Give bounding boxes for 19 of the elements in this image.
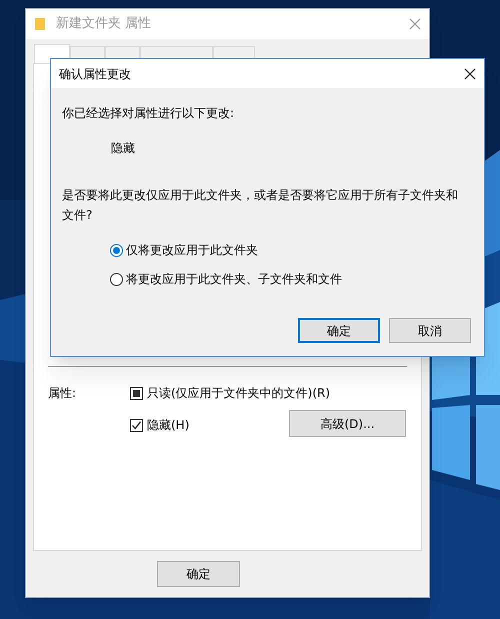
attributes-label: 属性: [48, 385, 78, 402]
close-icon[interactable] [464, 68, 476, 80]
radio-button[interactable] [110, 244, 123, 256]
advanced-button[interactable]: 高级(D)... [289, 410, 406, 437]
intro-text: 你已经选择对属性进行以下更改: [62, 105, 236, 122]
window-title: 新建文件夹 属性 [56, 15, 152, 34]
checkbox-label: 只读(仅应用于文件夹中的文件)(R) [147, 385, 330, 402]
radio-label: 仅将更改应用于此文件夹 [126, 242, 258, 259]
checkbox-label: 隐藏(H) [147, 417, 190, 434]
radio-button[interactable] [110, 272, 123, 286]
checkbox[interactable] [130, 386, 143, 400]
question-text: 是否要将此更改仅应用于此文件夹，或者是否要将它应用于所有子文件夹和文件? [62, 187, 459, 224]
cancel-button[interactable]: 取消 [389, 318, 471, 343]
folder-icon [34, 17, 46, 31]
radio-label: 将更改应用于此文件夹、子文件夹和文件 [126, 271, 342, 288]
ok-button[interactable]: 确定 [157, 561, 240, 587]
change-item: 隐藏 [111, 140, 136, 157]
ok-button[interactable]: 确定 [298, 318, 380, 343]
dialog-title: 确认属性更改 [59, 66, 131, 82]
